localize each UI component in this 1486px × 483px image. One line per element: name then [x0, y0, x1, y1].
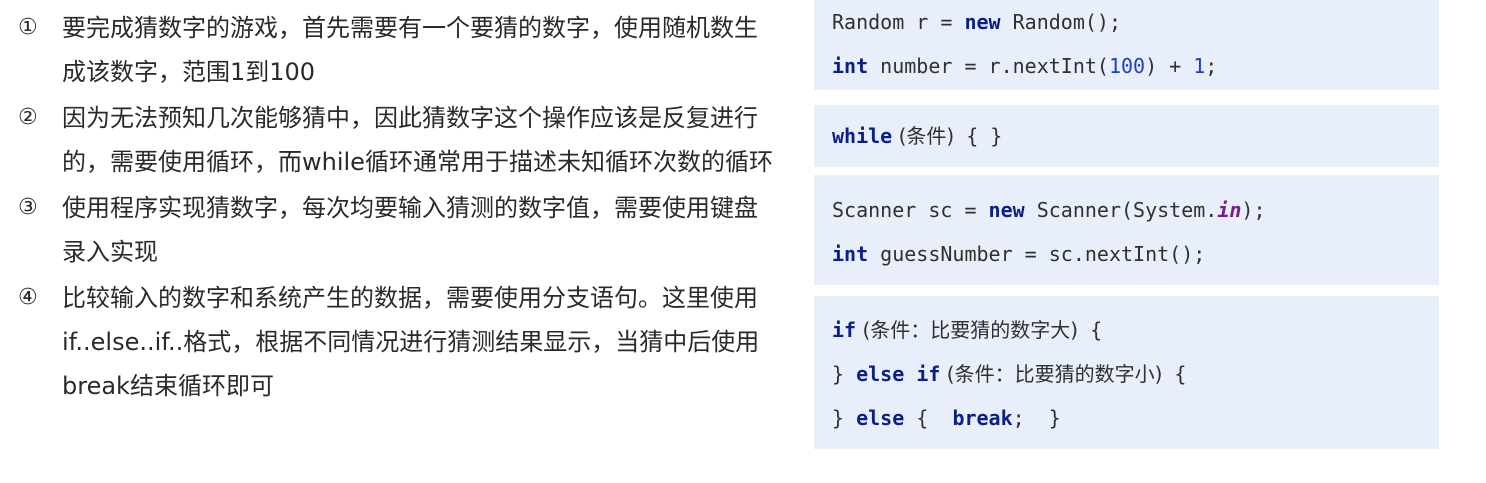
step-text-line: 的，需要使用循环，而while循环通常用于描述未知循环次数的循环	[62, 148, 773, 176]
code-keyword: if	[916, 362, 941, 386]
code-keyword: new	[988, 198, 1025, 222]
step-item-3: ③ 使用程序实现猜数字，每次均要输入猜测的数字值，需要使用键盘 录入实现	[18, 186, 808, 274]
code-keyword: int	[832, 54, 869, 78]
code-text: );	[1241, 198, 1266, 222]
code-keyword: break	[952, 406, 1013, 430]
code-block-scanner: Scanner sc = new Scanner(System.in); int…	[814, 175, 1439, 285]
code-block-random: Random r = new Random(); int number = r.…	[814, 0, 1439, 90]
step-text-line: 成该数字，范围1到100	[62, 58, 316, 86]
code-keyword: else	[856, 406, 905, 430]
step-marker: ①	[18, 15, 38, 40]
step-text-line: if..else..if..格式，根据不同情况进行猜测结果显示，当猜中后使用	[62, 328, 760, 356]
step-text-line: 使用程序实现猜数字，每次均要输入猜测的数字值，需要使用键盘	[62, 194, 758, 222]
code-keyword: int	[832, 242, 869, 266]
step-marker: ③	[18, 195, 38, 220]
code-static-field: in	[1217, 198, 1242, 222]
code-condition: (条件)	[892, 124, 955, 148]
code-keyword: if	[832, 318, 857, 342]
code-keyword: new	[964, 10, 1001, 34]
code-line: } else { break; }	[832, 396, 1439, 440]
code-line: int number = r.nextInt(100) + 1;	[832, 44, 1439, 88]
code-line: int guessNumber = sc.nextInt();	[832, 232, 1439, 276]
code-block-branch: if (条件：比要猜的数字大) { } else if (条件：比要猜的数字小)…	[814, 296, 1439, 449]
code-text: Random r =	[832, 10, 965, 34]
code-text: ; }	[1012, 406, 1061, 430]
step-text-line: 要完成猜数字的游戏，首先需要有一个要猜的数字，使用随机数生	[62, 14, 758, 42]
step-list: ① 要完成猜数字的游戏，首先需要有一个要猜的数字，使用随机数生 成该数字，范围1…	[18, 6, 808, 410]
step-text-line: 因为无法预知几次能够猜中，因此猜数字这个操作应该是反复进行	[62, 104, 758, 132]
code-line: Scanner sc = new Scanner(System.in);	[832, 188, 1439, 232]
step-item-4: ④ 比较输入的数字和系统产生的数据，需要使用分支语句。这里使用 if..else…	[18, 276, 808, 408]
code-condition: (条件：比要猜的数字小)	[940, 362, 1163, 386]
code-text: guessNumber = sc.nextInt();	[868, 242, 1206, 266]
code-text: Random();	[1000, 10, 1121, 34]
code-text: {	[1162, 362, 1187, 386]
step-text-line: break结束循环即可	[62, 372, 274, 400]
code-keyword: while	[832, 124, 893, 148]
code-line: } else if (条件：比要猜的数字小) {	[832, 352, 1439, 396]
code-text: ) +	[1145, 54, 1194, 78]
code-block-while: while (条件) { }	[814, 105, 1439, 167]
step-marker: ④	[18, 285, 38, 310]
code-text: Scanner sc =	[832, 198, 989, 222]
code-text: }	[832, 406, 857, 430]
code-condition: (条件：比要猜的数字大)	[856, 318, 1079, 342]
slide: ① 要完成猜数字的游戏，首先需要有一个要猜的数字，使用随机数生 成该数字，范围1…	[0, 0, 1486, 483]
code-line: if (条件：比要猜的数字大) {	[832, 308, 1439, 352]
step-item-1: ① 要完成猜数字的游戏，首先需要有一个要猜的数字，使用随机数生 成该数字，范围1…	[18, 6, 808, 94]
code-text: ;	[1205, 54, 1218, 78]
code-number: 1	[1193, 54, 1206, 78]
code-line: while (条件) { }	[832, 118, 1439, 154]
code-line: Random r = new Random();	[832, 0, 1439, 44]
code-text: Scanner(System.	[1024, 198, 1218, 222]
step-text-line: 比较输入的数字和系统产生的数据，需要使用分支语句。这里使用	[62, 284, 758, 312]
code-text: {	[904, 406, 953, 430]
code-text: {	[1078, 318, 1103, 342]
code-text: number = r.nextInt(	[868, 54, 1109, 78]
step-text-line: 录入实现	[62, 238, 158, 266]
step-item-2: ② 因为无法预知几次能够猜中，因此猜数字这个操作应该是反复进行 的，需要使用循环…	[18, 96, 808, 184]
step-marker: ②	[18, 105, 38, 130]
code-number: 100	[1108, 54, 1146, 78]
code-text: { }	[954, 124, 1003, 148]
code-text: }	[832, 362, 857, 386]
code-keyword: else	[856, 362, 905, 386]
